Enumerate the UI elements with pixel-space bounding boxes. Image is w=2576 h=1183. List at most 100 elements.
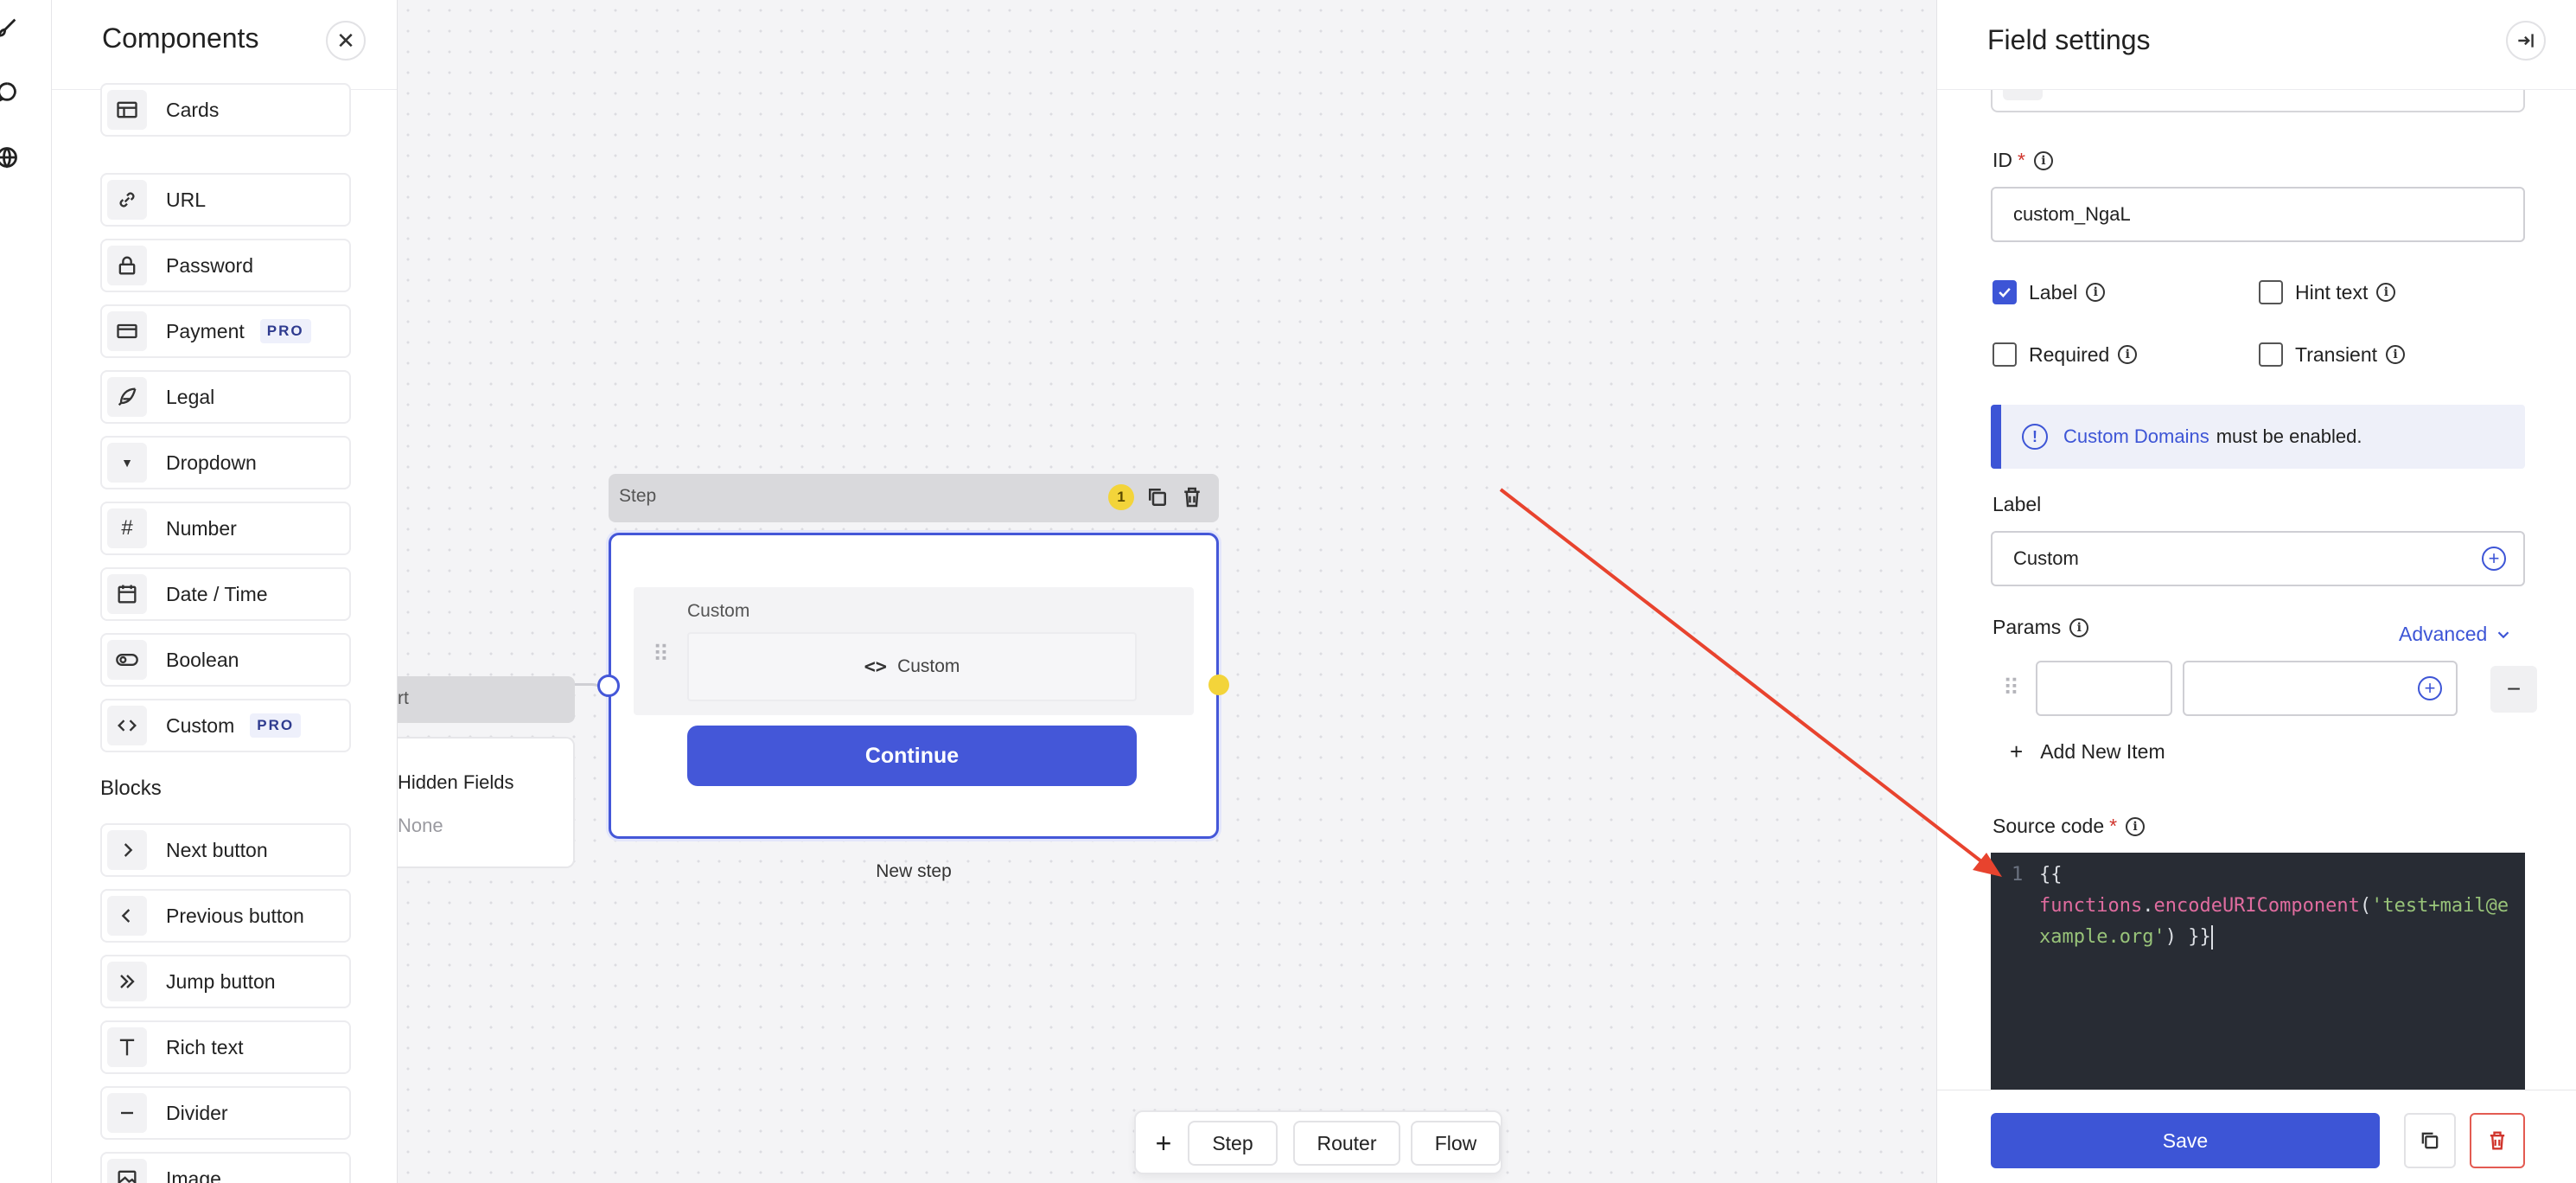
continue-button[interactable]: Continue [687, 726, 1137, 786]
double-chevron-right-icon [107, 962, 147, 1001]
param-value-input[interactable] [2183, 661, 2458, 716]
checkbox-unchecked[interactable] [1993, 342, 2017, 367]
component-url[interactable]: URL [100, 173, 351, 227]
components-title: Components [102, 22, 259, 54]
drag-handle-icon[interactable]: ⠿ [653, 641, 669, 668]
save-button[interactable]: Save [1991, 1113, 2380, 1168]
checkbox-unchecked[interactable] [2259, 342, 2283, 367]
block-label: Rich text [166, 1035, 244, 1058]
block-jump-button[interactable]: Jump button [100, 955, 351, 1008]
custom-field-preview: <> Custom [687, 632, 1137, 701]
component-label: Custom [166, 713, 235, 737]
field-settings-panel: Custom Field settings ID * i custom_NgaL L… [1936, 0, 2576, 1183]
duplicate-icon[interactable] [1145, 484, 1170, 510]
component-payment[interactable]: Payment PRO [100, 304, 351, 358]
block-image[interactable]: Image [100, 1152, 351, 1183]
hint-text-checkbox[interactable]: Hint text i [2259, 280, 2396, 304]
step-node-header[interactable]: Step 1 [609, 474, 1219, 522]
param-key-input[interactable] [2036, 661, 2172, 716]
close-components-button[interactable]: ✕ [326, 21, 366, 61]
field-settings-header: Field settings [1937, 0, 2576, 90]
start-node-header[interactable]: rt [398, 676, 575, 723]
globe-icon[interactable] [0, 145, 19, 169]
id-input[interactable]: custom_NgaL [1991, 187, 2525, 242]
left-rail [0, 0, 52, 1183]
component-password[interactable]: Password [100, 239, 351, 292]
collapse-panel-button[interactable] [2506, 21, 2546, 61]
block-label: Previous button [166, 904, 304, 927]
component-number[interactable]: # Number [100, 502, 351, 555]
drag-handle-icon[interactable]: ⠿ [2003, 675, 2019, 701]
id-label-text: ID [1993, 149, 2012, 171]
feather-icon [107, 377, 147, 417]
code-icon [107, 706, 147, 745]
info-icon[interactable]: i [2118, 345, 2138, 364]
flow-canvas[interactable]: rt Hidden Fields None Step 1 ⠿ Custom <>… [398, 0, 1936, 1183]
hidden-fields-value: None [398, 815, 443, 836]
component-label: Cards [166, 98, 220, 121]
info-icon[interactable]: i [2376, 283, 2396, 302]
checkbox-unchecked[interactable] [2259, 280, 2283, 304]
component-label: Boolean [166, 648, 239, 671]
component-dropdown[interactable]: ▼ Dropdown [100, 436, 351, 489]
info-icon[interactable]: i [2386, 345, 2406, 364]
custom-domains-link[interactable]: Custom Domains [2063, 425, 2209, 448]
code-token: functions [2039, 895, 2143, 917]
label-input[interactable]: Custom [1991, 531, 2525, 586]
component-custom[interactable]: Custom PRO [100, 699, 351, 752]
step-name[interactable]: New step [609, 861, 1219, 882]
info-icon[interactable]: i [2069, 617, 2089, 637]
block-divider[interactable]: Divider [100, 1086, 351, 1140]
add-flow-button[interactable]: Flow [1411, 1121, 1501, 1166]
start-node-title: rt [398, 688, 409, 708]
info-icon[interactable]: i [2126, 816, 2146, 836]
canvas-toolbar: + Step Router Flow [1134, 1110, 1502, 1174]
label-input-value: Custom [2013, 547, 2079, 569]
add-router-button[interactable]: Router [1293, 1121, 1400, 1166]
component-boolean[interactable]: Boolean [100, 633, 351, 687]
info-icon[interactable]: i [2086, 283, 2106, 302]
custom-field-block[interactable]: ⠿ Custom <> Custom [634, 587, 1194, 715]
component-label: Date / Time [166, 582, 268, 605]
block-next-button[interactable]: Next button [100, 823, 351, 877]
minus-icon [107, 1093, 147, 1133]
trash-icon [2490, 1131, 2505, 1150]
text-cursor [2210, 925, 2213, 950]
lock-icon [107, 246, 147, 285]
add-new-item-button[interactable]: + Add New Item [2010, 739, 2165, 765]
component-date-time[interactable]: Date / Time [100, 567, 351, 621]
transient-checkbox[interactable]: Transient i [2259, 342, 2406, 367]
add-button[interactable]: + [1146, 1122, 1181, 1164]
add-variable-icon[interactable]: + [2482, 547, 2506, 571]
add-variable-icon[interactable]: + [2418, 676, 2442, 700]
advanced-toggle[interactable]: Advanced [2399, 623, 2513, 646]
toggle-icon [107, 640, 147, 680]
source-code-editor[interactable]: 1 {{ functions.encodeURIComponent('test+… [1991, 853, 2525, 1112]
step-node[interactable]: ⠿ Custom <> Custom Continue [609, 533, 1219, 839]
hash-icon: # [107, 508, 147, 548]
custom-domains-notice: ! Custom Domains must be enabled. [1991, 405, 2525, 469]
code-line: xample.org') }} [2039, 922, 2523, 953]
component-legal[interactable]: Legal [100, 370, 351, 424]
duplicate-field-button[interactable] [2404, 1113, 2456, 1168]
brush-icon[interactable] [0, 16, 19, 40]
component-cards[interactable]: Cards [100, 83, 351, 137]
block-previous-button[interactable]: Previous button [100, 889, 351, 943]
info-icon[interactable]: i [2033, 150, 2053, 170]
remove-param-button[interactable]: − [2490, 666, 2537, 713]
trash-icon[interactable] [1179, 484, 1205, 510]
start-node[interactable]: Hidden Fields None [398, 737, 575, 868]
required-checkbox[interactable]: Required i [1993, 342, 2138, 367]
input-handle[interactable] [597, 675, 620, 697]
output-handle[interactable] [1208, 675, 1229, 695]
block-rich-text[interactable]: Rich text [100, 1020, 351, 1074]
checkbox-checked[interactable] [1993, 280, 2017, 304]
delete-field-button[interactable] [2470, 1113, 2525, 1168]
label-checkbox[interactable]: Label i [1993, 280, 2106, 304]
chat-icon[interactable] [0, 80, 19, 104]
calendar-icon [107, 574, 147, 614]
chevron-left-icon [107, 896, 147, 936]
field-settings-title: Field settings [1987, 24, 2151, 55]
params-heading: Params i [1993, 616, 2089, 639]
add-step-button[interactable]: Step [1188, 1121, 1278, 1166]
